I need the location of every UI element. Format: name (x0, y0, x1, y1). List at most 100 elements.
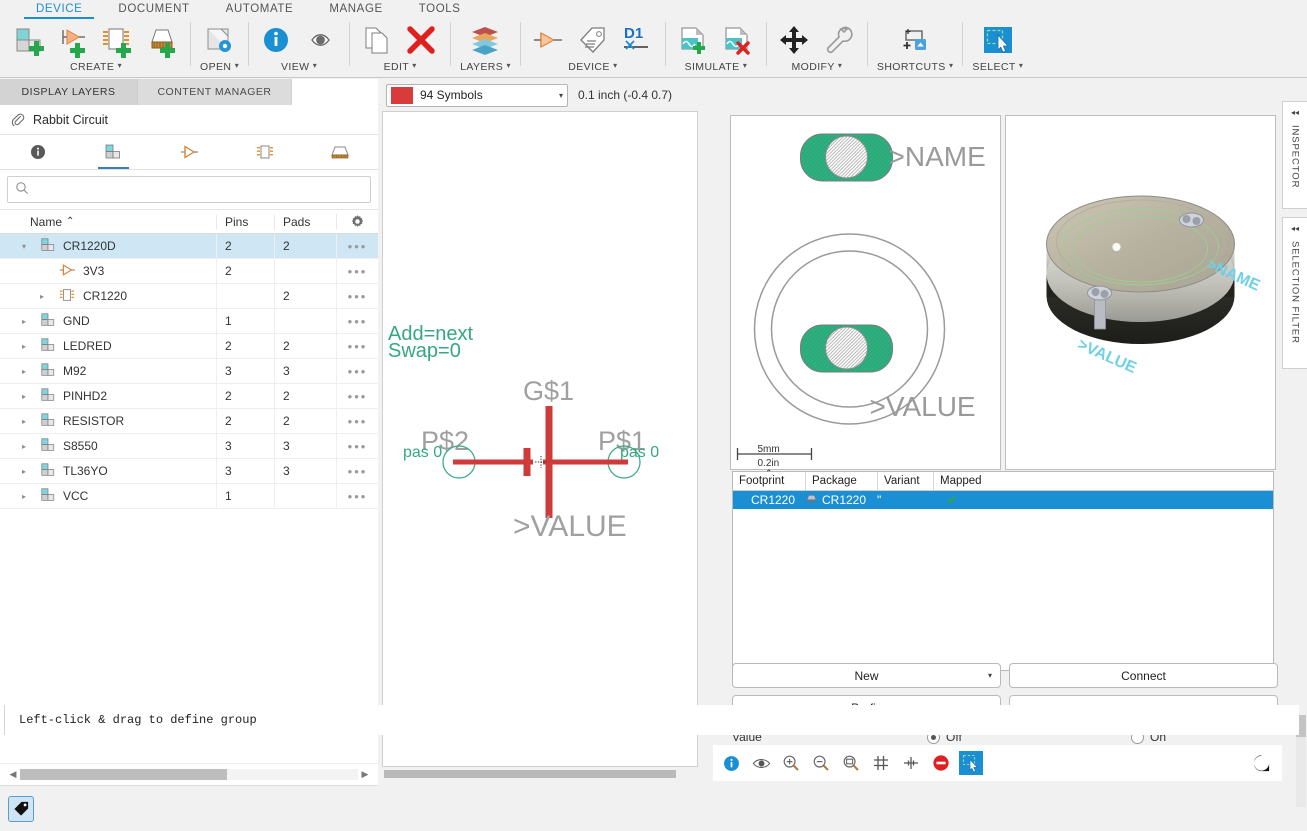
row-menu-button[interactable]: ••• (336, 408, 378, 434)
ribbon-tab-manage[interactable]: MANAGE (311, 0, 400, 19)
info-icon[interactable] (719, 751, 743, 775)
scroll-thumb[interactable] (20, 769, 227, 780)
connect-button[interactable]: Connect (1009, 663, 1278, 688)
layer-select[interactable]: 94 Symbols ▾ (386, 83, 568, 107)
tree-header-pins[interactable]: Pins (216, 214, 274, 229)
copy-icon[interactable] (359, 22, 397, 60)
info-tab-icon[interactable] (0, 135, 76, 169)
ribbon-tab-document[interactable]: DOCUMENT (100, 0, 207, 19)
table-row[interactable]: CR1220 CR1220 " ✔ (733, 491, 1273, 509)
tab-display-layers[interactable]: DISPLAY LAYERS (0, 79, 138, 105)
left-panel-hscrollbar[interactable]: ◀ ▶ (0, 763, 378, 785)
scroll-left-icon[interactable]: ◀ (6, 769, 20, 780)
ribbon-group-label-edit[interactable]: EDIT ▾ (384, 60, 417, 76)
tree-twisty-icon[interactable]: ▸ (15, 442, 33, 451)
remove-simulation-icon[interactable] (719, 22, 757, 60)
new-button[interactable]: New ▾ (732, 663, 1001, 688)
chevron-down-icon[interactable]: ▾ (988, 671, 992, 680)
chevron-down-icon[interactable]: ▾ (559, 91, 563, 100)
symbols-tab-icon[interactable] (151, 135, 227, 169)
ribbon-tab-automate[interactable]: AUTOMATE (208, 0, 312, 19)
tree-twisty-icon[interactable]: ▾ (15, 242, 33, 251)
ribbon-group-label-device[interactable]: DEVICE ▾ (568, 60, 617, 76)
search-input[interactable] (35, 182, 370, 197)
add-symbol-icon[interactable] (55, 22, 93, 60)
shortcuts-icon[interactable] (896, 22, 934, 60)
row-menu-button[interactable]: ••• (336, 308, 378, 334)
table-row[interactable]: ▸ S8550 3 3 ••• (0, 433, 378, 459)
dock-tab-inspector[interactable]: ◂◂ INSPECTOR (1282, 101, 1307, 209)
ribbon-group-label-modify[interactable]: MODIFY ▾ (792, 60, 843, 76)
footprints-tab-icon[interactable] (227, 135, 303, 169)
table-row[interactable]: ▸ GND 1 ••• (0, 308, 378, 334)
stop-icon[interactable] (929, 751, 953, 775)
zoom-out-icon[interactable] (809, 751, 833, 775)
scroll-thumb[interactable] (384, 770, 676, 778)
column-header-mapped[interactable]: Mapped (933, 472, 1273, 490)
chevron-down-icon[interactable]: ▾ (313, 61, 317, 70)
search-box[interactable] (7, 176, 371, 203)
table-row[interactable]: ▸ RESISTOR 2 2 ••• (0, 408, 378, 434)
layers-icon[interactable] (467, 22, 505, 60)
attribute-tag-icon[interactable] (574, 22, 612, 60)
ribbon-group-label-shortcuts[interactable]: SHORTCUTS ▾ (877, 60, 954, 76)
ribbon-group-label-view[interactable]: VIEW ▾ (281, 60, 317, 76)
crosshair-icon[interactable] (899, 751, 923, 775)
ribbon-tab-device[interactable]: DEVICE (18, 0, 100, 19)
collapse-icon[interactable]: ◂◂ (1291, 224, 1299, 233)
row-menu-button[interactable]: ••• (336, 283, 378, 309)
packages-3d-tab-icon[interactable] (302, 135, 378, 169)
scroll-track[interactable] (20, 769, 358, 780)
symbol-icon[interactable] (530, 22, 568, 60)
row-menu-button[interactable]: ••• (336, 234, 378, 259)
column-header-variant[interactable]: Variant (877, 472, 933, 490)
tree-twisty-icon[interactable]: ▸ (15, 417, 33, 426)
prefix-d1-icon[interactable]: D1 (618, 22, 656, 60)
chevron-down-icon[interactable]: ▾ (838, 61, 842, 70)
gear-icon[interactable] (336, 214, 378, 229)
eye-icon[interactable] (749, 751, 773, 775)
grid-icon[interactable] (869, 751, 893, 775)
table-row[interactable]: ▸ LEDRED 2 2 ••• (0, 333, 378, 359)
ribbon-group-label-select[interactable]: SELECT ▾ (972, 60, 1023, 76)
row-menu-button[interactable]: ••• (336, 333, 378, 359)
table-row[interactable]: ▸ M92 3 3 ••• (0, 358, 378, 384)
zoom-fit-icon[interactable] (839, 751, 863, 775)
table-row[interactable]: 3V3 2 ••• (0, 258, 378, 284)
row-menu-button[interactable]: ••• (336, 433, 378, 459)
open-document-icon[interactable] (201, 22, 239, 60)
ribbon-group-label-open[interactable]: OPEN ▾ (200, 60, 239, 76)
table-row[interactable]: ▸ VCC 1 ••• (0, 483, 378, 509)
canvas-hscrollbar[interactable] (382, 768, 698, 780)
select-arrow-icon[interactable] (979, 22, 1017, 60)
tab-content-manager[interactable]: CONTENT MANAGER (138, 79, 292, 105)
chevron-down-icon[interactable]: ▾ (613, 61, 617, 70)
footprint-preview[interactable]: >NAME >VALUE 5mm 0.2in (730, 115, 1001, 470)
tree-header-pads[interactable]: Pads (274, 214, 336, 229)
row-menu-button[interactable]: ••• (336, 258, 378, 284)
dock-tab-selection-filter[interactable]: ◂◂ SELECTION FILTER (1282, 217, 1307, 369)
add-3dpackage-icon[interactable] (143, 22, 181, 60)
table-row[interactable]: ▾ CR1220D 2 2 ••• (0, 234, 378, 259)
preview-eye-icon[interactable] (302, 22, 340, 60)
scroll-right-icon[interactable]: ▶ (358, 769, 372, 780)
table-row[interactable]: ▸ PINHD2 2 2 ••• (0, 383, 378, 409)
chevron-down-icon[interactable]: ▾ (1019, 61, 1023, 70)
devices-tab-icon[interactable] (76, 135, 152, 169)
chevron-down-icon[interactable]: ▾ (118, 61, 122, 70)
row-menu-button[interactable]: ••• (336, 358, 378, 384)
row-menu-button[interactable]: ••• (336, 383, 378, 409)
delete-icon[interactable] (403, 22, 441, 60)
tag-icon[interactable] (8, 795, 34, 822)
info-icon[interactable] (258, 22, 296, 60)
table-row[interactable]: ▸ TL36YO 3 3 ••• (0, 458, 378, 484)
ribbon-group-label-create[interactable]: CREATE ▾ (70, 60, 122, 76)
tree-twisty-icon[interactable]: ▸ (33, 292, 51, 301)
column-header-footprint[interactable]: Footprint ⌃ (733, 468, 805, 490)
column-header-package[interactable]: Package (805, 472, 877, 490)
tree-twisty-icon[interactable]: ▸ (15, 317, 33, 326)
tree-twisty-icon[interactable]: ▸ (15, 492, 33, 501)
chevron-down-icon[interactable]: ▾ (949, 61, 953, 70)
add-simulation-icon[interactable] (675, 22, 713, 60)
chevron-down-icon[interactable]: ▾ (743, 61, 747, 70)
